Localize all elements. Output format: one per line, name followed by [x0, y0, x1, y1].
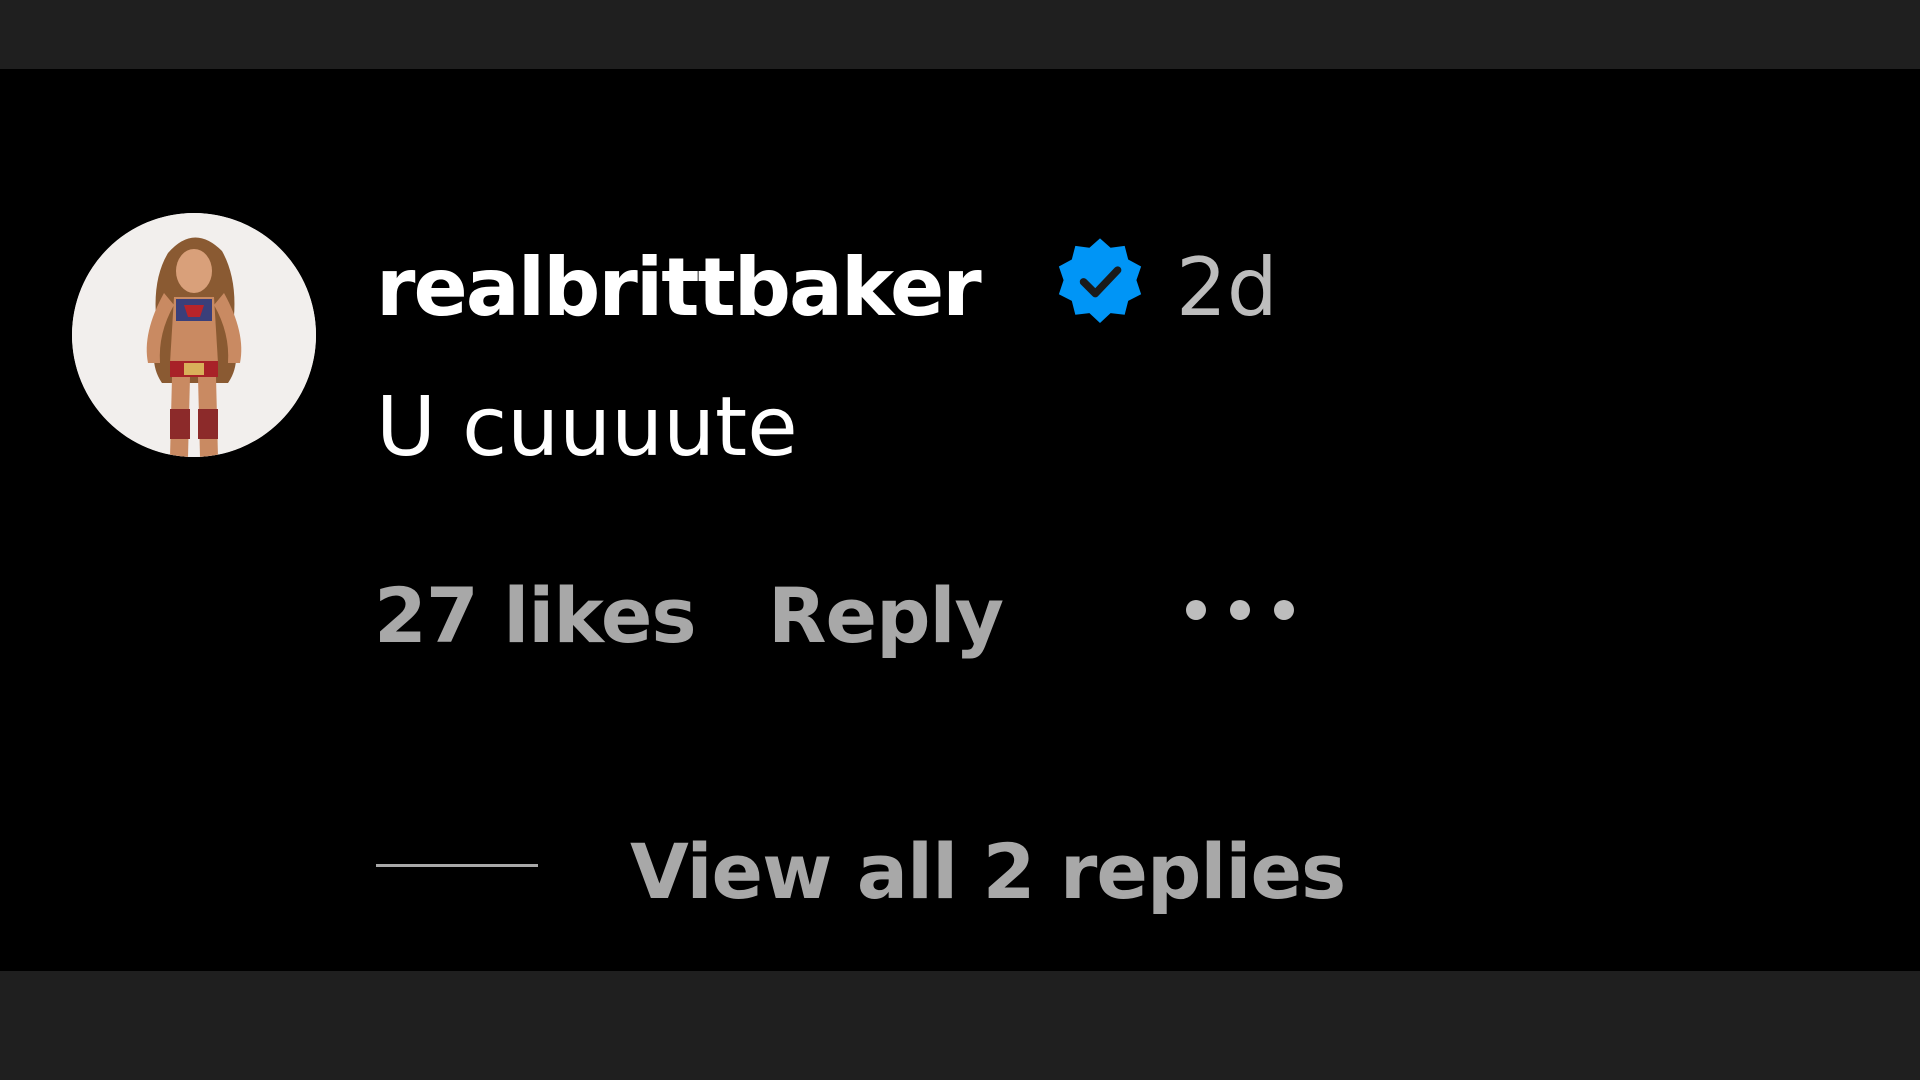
more-options-icon[interactable]	[1176, 588, 1306, 632]
replies-divider	[376, 864, 538, 867]
verified-badge-icon	[1053, 236, 1147, 330]
avatar[interactable]	[72, 213, 316, 457]
comment-timestamp: 2d	[1176, 241, 1278, 334]
view-replies-button[interactable]: View all 2 replies	[630, 824, 1346, 920]
reply-button[interactable]: Reply	[768, 568, 1004, 664]
comment-username[interactable]: realbrittbaker	[376, 240, 982, 336]
likes-count-button[interactable]: 27 likes	[374, 568, 697, 664]
letterbox-bottom	[0, 971, 1920, 1080]
comment-text: U cuuuute	[376, 380, 798, 475]
avatar-photo	[72, 213, 316, 457]
letterbox-top	[0, 0, 1920, 69]
